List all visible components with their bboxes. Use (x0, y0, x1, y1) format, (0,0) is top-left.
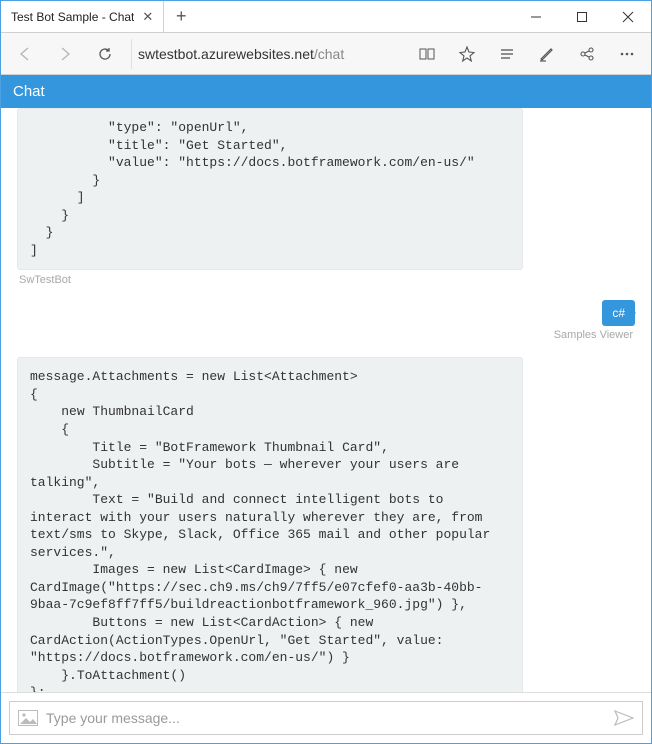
more-icon[interactable] (609, 36, 645, 72)
minimize-button[interactable] (513, 1, 559, 32)
close-window-button[interactable] (605, 1, 651, 32)
bot-message-meta: SwTestBot (19, 274, 643, 286)
chat-input-bar (1, 692, 651, 743)
titlebar: Test Bot Sample - Chat ✕ + (1, 1, 651, 33)
close-tab-icon[interactable]: ✕ (142, 9, 153, 25)
maximize-button[interactable] (559, 1, 605, 32)
share-icon[interactable] (569, 36, 605, 72)
hub-icon[interactable] (489, 36, 525, 72)
url-path: /chat (314, 46, 344, 62)
refresh-button[interactable] (87, 36, 123, 72)
reading-view-icon[interactable] (409, 36, 445, 72)
favorite-icon[interactable] (449, 36, 485, 72)
new-tab-button[interactable]: + (164, 1, 198, 32)
url-host: swtestbot.azurewebsites.net (138, 46, 314, 62)
image-attach-icon[interactable] (18, 710, 38, 726)
tab-title: Test Bot Sample - Chat (11, 10, 134, 24)
bot-message-json: "type": "openUrl", "title": "Get Started… (17, 108, 523, 270)
chat-scroll-area[interactable]: "type": "openUrl", "title": "Get Started… (1, 108, 651, 692)
bot-message-code: message.Attachments = new List<Attachmen… (17, 357, 523, 692)
user-message: c# (602, 300, 635, 326)
page-title: Chat (13, 83, 45, 100)
chat-input-box[interactable] (9, 701, 643, 735)
user-message-meta: Samples Viewer (554, 329, 633, 341)
send-icon[interactable] (614, 710, 634, 726)
browser-toolbar: swtestbot.azurewebsites.net/chat (1, 33, 651, 75)
message-input[interactable] (46, 710, 606, 726)
page-header: Chat (1, 75, 651, 108)
forward-button[interactable] (47, 36, 83, 72)
address-bar[interactable]: swtestbot.azurewebsites.net/chat (131, 39, 401, 69)
back-button[interactable] (7, 36, 43, 72)
browser-tab[interactable]: Test Bot Sample - Chat ✕ (1, 1, 164, 32)
webnote-icon[interactable] (529, 36, 565, 72)
